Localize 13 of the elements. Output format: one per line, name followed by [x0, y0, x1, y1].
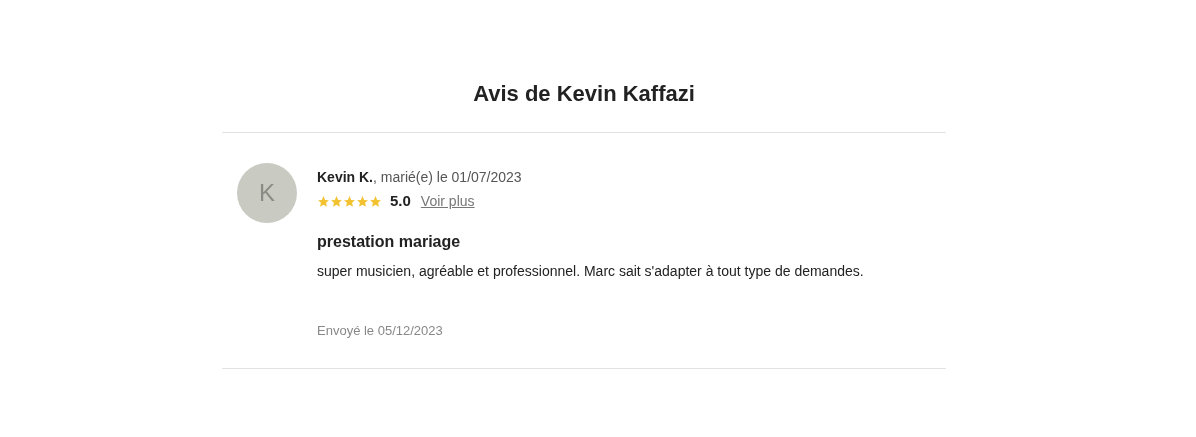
review-title: prestation mariage [317, 232, 462, 252]
avatar: K [237, 163, 297, 223]
star-icon [343, 194, 356, 208]
rating-score: 5.0 [390, 191, 411, 211]
see-more-link[interactable]: Voir plus [420, 191, 475, 211]
review-text: super musicien, agréable et professionnel. Marc sait s'adapter à tout type de demandes. [317, 262, 864, 281]
star-icon [317, 194, 330, 208]
star-icon [330, 194, 343, 208]
star-icon [356, 194, 369, 208]
sent-date: Envoyé le 05/12/2023 [317, 323, 444, 338]
star-icon [369, 194, 382, 208]
author-line: Kevin K., marié(e) le 01/07/2023 [317, 168, 523, 187]
page-title: Avis de Kevin Kaffazi [472, 80, 696, 108]
